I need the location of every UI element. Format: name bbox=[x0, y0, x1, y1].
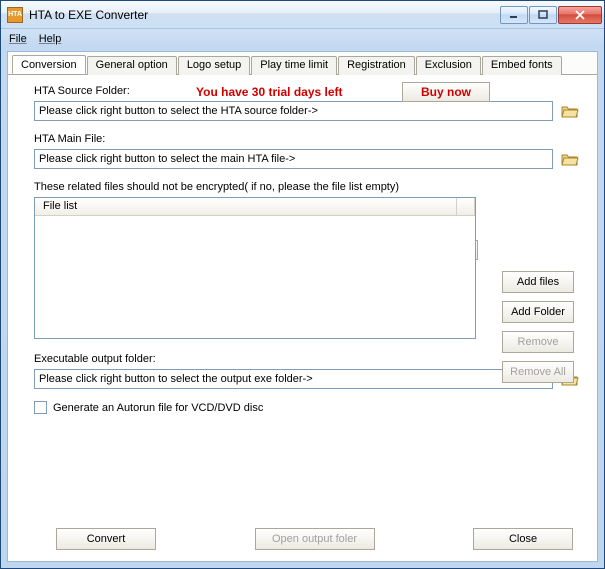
autorun-label: Generate an Autorun file for VCD/DVD dis… bbox=[53, 402, 263, 414]
file-list-buttons: Add files Add Folder Remove Remove All bbox=[502, 271, 574, 383]
close-button[interactable] bbox=[558, 6, 602, 24]
file-list-col[interactable]: File list bbox=[35, 198, 457, 215]
autorun-checkbox-row: Generate an Autorun file for VCD/DVD dis… bbox=[34, 401, 581, 414]
source-folder-input[interactable] bbox=[34, 101, 553, 121]
tab-registration[interactable]: Registration bbox=[338, 56, 415, 75]
tab-general-option[interactable]: General option bbox=[87, 56, 177, 75]
window-title: HTA to EXE Converter bbox=[29, 8, 499, 22]
window-controls bbox=[499, 6, 602, 24]
menu-help[interactable]: Help bbox=[39, 33, 62, 45]
open-output-folder-button[interactable]: Open output foler bbox=[255, 528, 375, 550]
maximize-button[interactable] bbox=[529, 6, 557, 24]
output-folder-input[interactable] bbox=[34, 369, 553, 389]
tab-exclusion[interactable]: Exclusion bbox=[416, 56, 481, 75]
tab-play-time-limit[interactable]: Play time limit bbox=[251, 56, 337, 75]
autorun-checkbox[interactable] bbox=[34, 401, 47, 414]
main-file-input[interactable] bbox=[34, 149, 553, 169]
buy-now-button[interactable]: Buy now bbox=[402, 82, 490, 102]
tab-logo-setup[interactable]: Logo setup bbox=[178, 56, 250, 75]
tab-conversion[interactable]: Conversion bbox=[12, 55, 86, 74]
source-folder-label: HTA Source Folder: bbox=[34, 85, 130, 97]
remove-button[interactable]: Remove bbox=[502, 331, 574, 353]
related-files-label: These related files should not be encryp… bbox=[34, 181, 399, 193]
close-app-button[interactable]: Close bbox=[473, 528, 573, 550]
remove-all-button[interactable]: Remove All bbox=[502, 361, 574, 383]
browse-source-folder-button[interactable] bbox=[559, 101, 581, 121]
file-list[interactable]: File list bbox=[34, 197, 476, 339]
folder-open-icon bbox=[561, 103, 579, 119]
browse-main-file-button[interactable] bbox=[559, 149, 581, 169]
trial-notice: You have 30 trial days left bbox=[196, 85, 343, 99]
convert-button[interactable]: Convert bbox=[56, 528, 156, 550]
tab-embed-fonts[interactable]: Embed fonts bbox=[482, 56, 562, 75]
menubar: File Help bbox=[1, 29, 604, 49]
file-list-col-spacer bbox=[457, 198, 475, 215]
add-folder-button[interactable]: Add Folder bbox=[502, 301, 574, 323]
output-folder-label: Executable output folder: bbox=[34, 353, 156, 365]
tab-strip: Conversion General option Logo setup Pla… bbox=[8, 52, 597, 75]
app-icon: HTA bbox=[7, 7, 23, 23]
minimize-button[interactable] bbox=[500, 6, 528, 24]
add-files-button[interactable]: Add files bbox=[502, 271, 574, 293]
client-area: Conversion General option Logo setup Pla… bbox=[7, 51, 598, 562]
app-window: HTA HTA to EXE Converter File Help Conve… bbox=[0, 0, 605, 569]
bottom-button-bar: Convert Open output foler Close bbox=[8, 528, 597, 550]
folder-open-icon bbox=[561, 151, 579, 167]
titlebar: HTA HTA to EXE Converter bbox=[1, 1, 604, 29]
main-file-label: HTA Main File: bbox=[34, 133, 105, 145]
file-list-header: File list bbox=[35, 198, 475, 216]
tab-body-conversion: HTA Source Folder: You have 30 trial day… bbox=[8, 75, 597, 562]
menu-file[interactable]: File bbox=[9, 33, 27, 45]
